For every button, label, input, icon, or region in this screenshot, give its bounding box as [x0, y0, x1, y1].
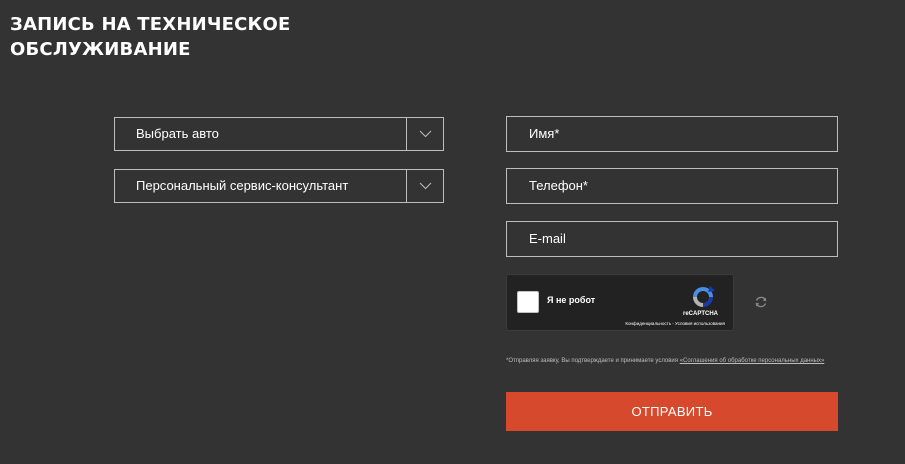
- consultant-select-label: Персональный сервис-консультант: [136, 178, 349, 193]
- appointment-page: ЗАПИСЬ НА ТЕХНИЧЕСКОЕ ОБСЛУЖИВАНИЕ Выбра…: [0, 0, 905, 464]
- recaptcha-logo-icon: [690, 284, 716, 310]
- consent-text: *Отправляя заявку, Вы подтверждаете и пр…: [506, 356, 836, 366]
- phone-field[interactable]: Телефон*: [506, 168, 838, 204]
- page-title: ЗАПИСЬ НА ТЕХНИЧЕСКОЕ ОБСЛУЖИВАНИЕ: [10, 12, 430, 62]
- page-title-line-1: ЗАПИСЬ НА ТЕХНИЧЕСКОЕ: [10, 14, 291, 35]
- car-select[interactable]: Выбрать авто: [114, 117, 444, 151]
- recaptcha-links[interactable]: Конфиденциальность - Условия использован…: [625, 321, 725, 326]
- submit-button[interactable]: ОТПРАВИТЬ: [506, 392, 838, 431]
- recaptcha-brand: reCAPTCHA: [683, 311, 719, 317]
- name-field-placeholder: Имя*: [529, 126, 560, 141]
- email-field-placeholder: E-mail: [529, 231, 566, 246]
- name-field[interactable]: Имя*: [506, 116, 838, 152]
- consent-link[interactable]: «Соглашения об обработке персональных да…: [680, 358, 825, 364]
- chevron-down-icon[interactable]: [407, 170, 444, 202]
- consent-text-body: *Отправляя заявку, Вы подтверждаете и пр…: [506, 358, 680, 364]
- consultant-select[interactable]: Персональный сервис-консультант: [114, 169, 444, 203]
- email-field[interactable]: E-mail: [506, 221, 838, 257]
- car-select-label: Выбрать авто: [136, 126, 219, 141]
- phone-field-placeholder: Телефон*: [529, 178, 588, 193]
- recaptcha-widget: Я не робот reCAPTCHA Конфиденциальность …: [506, 274, 734, 331]
- recaptcha-checkbox[interactable]: [517, 291, 539, 313]
- chevron-down-icon[interactable]: [407, 118, 444, 150]
- recaptcha-label: Я не робот: [547, 295, 596, 305]
- refresh-icon[interactable]: [754, 295, 768, 309]
- page-title-line-2: ОБСЛУЖИВАНИЕ: [10, 39, 191, 60]
